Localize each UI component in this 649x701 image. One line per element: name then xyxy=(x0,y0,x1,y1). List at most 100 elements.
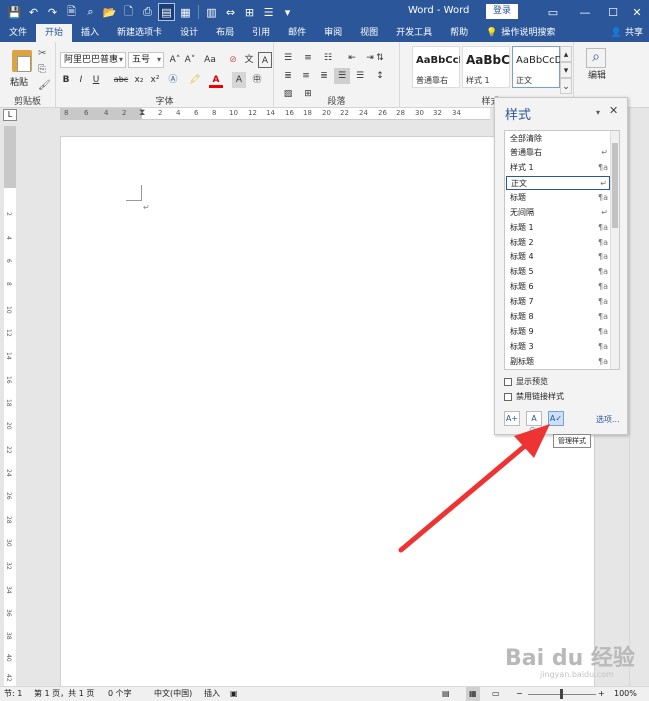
list-item[interactable]: 副标题 ¶a xyxy=(506,355,610,369)
layout-icon[interactable]: ▦ xyxy=(177,3,194,21)
line-spacing-icon[interactable]: ↕ xyxy=(372,68,388,84)
tab-developer[interactable]: 开发工具 xyxy=(387,24,441,42)
list-item[interactable]: 正文 ↵ xyxy=(506,176,610,190)
search-icon[interactable]: ⌕ xyxy=(586,48,606,68)
copy-icon[interactable]: ⎘ xyxy=(38,64,46,75)
print-preview-icon[interactable]: 🗎 xyxy=(63,3,80,21)
style-gallery-item[interactable]: AaBbC 样式 1 xyxy=(462,46,510,88)
print-layout-icon[interactable]: ▦ xyxy=(466,687,480,701)
bullets-icon[interactable]: ☰ xyxy=(260,3,277,21)
vertical-scrollbar[interactable] xyxy=(629,108,649,686)
columns-icon[interactable]: ▥ xyxy=(203,3,220,21)
align-right-icon[interactable]: ≣ xyxy=(316,68,332,84)
open-icon[interactable]: 📂 xyxy=(101,3,118,21)
gallery-down-icon[interactable]: ▾ xyxy=(560,62,572,78)
new-doc-icon[interactable]: 🗋 xyxy=(120,3,137,21)
list-item[interactable]: 无间隔 ↵ xyxy=(506,206,610,220)
enclose-char-icon[interactable]: ㊥ xyxy=(250,72,264,88)
bold-button[interactable]: B xyxy=(60,72,72,88)
multilevel-list-icon[interactable]: ☷ xyxy=(320,50,336,66)
underline-button[interactable]: U xyxy=(90,72,102,88)
tab-help[interactable]: 帮助 xyxy=(441,24,477,42)
zoom-out-icon[interactable]: − xyxy=(516,687,523,701)
scrollbar-thumb[interactable] xyxy=(612,143,618,228)
vertical-ruler[interactable]: 2 4 6 8 10 12 14 16 18 20 22 24 26 28 30… xyxy=(4,126,16,686)
tab-home[interactable]: 开始 xyxy=(36,24,73,42)
page-view-icon[interactable]: ▤ xyxy=(158,3,175,21)
indent-marker-icon[interactable]: ⧗ xyxy=(139,108,145,118)
clear-format-icon[interactable]: ⊘ xyxy=(226,52,240,68)
share-button[interactable]: 👤 共享 xyxy=(611,24,643,42)
font-size-combo[interactable]: 五号 ▾ xyxy=(128,52,164,68)
zoom-in-icon[interactable]: + xyxy=(598,687,605,701)
gallery-more-icon[interactable]: ⌄ xyxy=(560,78,572,94)
language-indicator[interactable]: 中文(中国) xyxy=(154,687,192,701)
tab-design[interactable]: 设计 xyxy=(171,24,207,42)
close-button[interactable]: ✕ xyxy=(622,0,649,24)
checkbox-box[interactable] xyxy=(504,377,512,386)
justify-icon[interactable]: ☰ xyxy=(334,68,350,84)
pane-options-chevron-icon[interactable]: ▾ xyxy=(596,108,600,117)
minimize-button[interactable]: — xyxy=(570,0,600,24)
strikethrough-button[interactable]: abc xyxy=(112,72,130,88)
decrease-indent-icon[interactable]: ⇤ xyxy=(344,50,360,66)
list-item[interactable]: 标题 5 ¶a xyxy=(506,265,610,279)
tab-layout[interactable]: 布局 xyxy=(207,24,243,42)
find-icon[interactable]: ⌕ xyxy=(82,3,99,21)
distributed-icon[interactable]: ☰ xyxy=(352,68,368,84)
font-color-button[interactable]: A xyxy=(209,72,223,88)
zoom-level[interactable]: 100% xyxy=(614,687,637,701)
tab-selector[interactable]: L xyxy=(3,109,17,121)
list-item[interactable]: 标题 8 ¶a xyxy=(506,310,610,324)
list-item[interactable]: 样式 1 ¶a xyxy=(506,161,610,175)
gallery-up-icon[interactable]: ▴ xyxy=(560,46,572,62)
tab-insert[interactable]: 插入 xyxy=(72,24,108,42)
highlight-icon[interactable]: 🖍 xyxy=(188,72,202,88)
paste-label[interactable]: 粘贴 xyxy=(10,75,28,88)
insert-mode[interactable]: 插入 xyxy=(204,687,220,701)
list-item[interactable]: 标题 4 ¶a xyxy=(506,250,610,264)
cut-icon[interactable]: ✂ xyxy=(38,48,46,59)
section-indicator[interactable]: 节: 1 xyxy=(4,687,22,701)
superscript-button[interactable]: x² xyxy=(148,72,162,88)
ribbon-display-icon[interactable]: ▭ xyxy=(538,0,568,24)
customize-icon[interactable]: ▾ xyxy=(279,3,296,21)
list-item[interactable]: 标题 ¶a xyxy=(506,191,610,205)
save-icon[interactable]: 💾 xyxy=(6,3,23,21)
paste-icon[interactable] xyxy=(12,50,32,72)
list-item[interactable]: 标题 9 ¶a xyxy=(506,325,610,339)
page-indicator[interactable]: 第 1 页，共 1 页 xyxy=(34,687,94,701)
close-icon[interactable]: ✕ xyxy=(609,104,618,117)
redo-icon[interactable]: ↷ xyxy=(44,3,61,21)
word-count[interactable]: 0 个字 xyxy=(108,687,132,701)
checkbox-box[interactable] xyxy=(504,392,512,401)
subscript-button[interactable]: x₂ xyxy=(132,72,146,88)
show-preview-checkbox[interactable]: 显示预览 xyxy=(504,376,548,387)
login-button[interactable]: 登录 xyxy=(486,4,518,19)
margins-icon[interactable]: ⇔ xyxy=(222,3,239,21)
style-gallery-item[interactable]: AaBbCcDc 正文 xyxy=(512,46,560,88)
char-border-button[interactable]: A xyxy=(258,52,272,68)
list-item[interactable]: 标题 3 ¶a xyxy=(506,340,610,354)
macro-record-icon[interactable]: ▣ xyxy=(230,687,238,701)
sort-icon[interactable]: ⇅ xyxy=(372,50,388,66)
print-icon[interactable]: ⎙ xyxy=(139,3,156,21)
list-item[interactable]: 全部清除 xyxy=(506,132,610,146)
text-effects-icon[interactable]: Ⓐ xyxy=(166,72,180,88)
table-icon[interactable]: ⊞ xyxy=(241,3,258,21)
italic-button[interactable]: I xyxy=(75,72,87,88)
new-style-icon[interactable]: A+ xyxy=(504,411,520,426)
manage-styles-icon[interactable]: A✓ xyxy=(548,411,564,426)
align-left-icon[interactable]: ≣ xyxy=(280,68,296,84)
tell-me-search[interactable]: 💡 操作说明搜索 xyxy=(477,24,564,42)
grow-font-button[interactable]: A˄ xyxy=(168,52,182,68)
tab-view[interactable]: 视图 xyxy=(351,24,387,42)
undo-icon[interactable]: ↶ xyxy=(25,3,42,21)
phonetic-guide-button[interactable]: 文 xyxy=(242,52,256,68)
char-shading-icon[interactable]: A xyxy=(232,72,246,88)
tab-review[interactable]: 审阅 xyxy=(315,24,351,42)
list-item[interactable]: 普通靠右 ↵ xyxy=(506,146,610,160)
horizontal-ruler[interactable]: 8 6 4 2 2 4 6 8 10 12 14 16 18 20 22 24 … xyxy=(60,108,490,120)
format-painter-icon[interactable]: 🖌 xyxy=(38,80,51,91)
style-gallery-item[interactable]: AaBbCcI 普通靠右 xyxy=(412,46,460,88)
